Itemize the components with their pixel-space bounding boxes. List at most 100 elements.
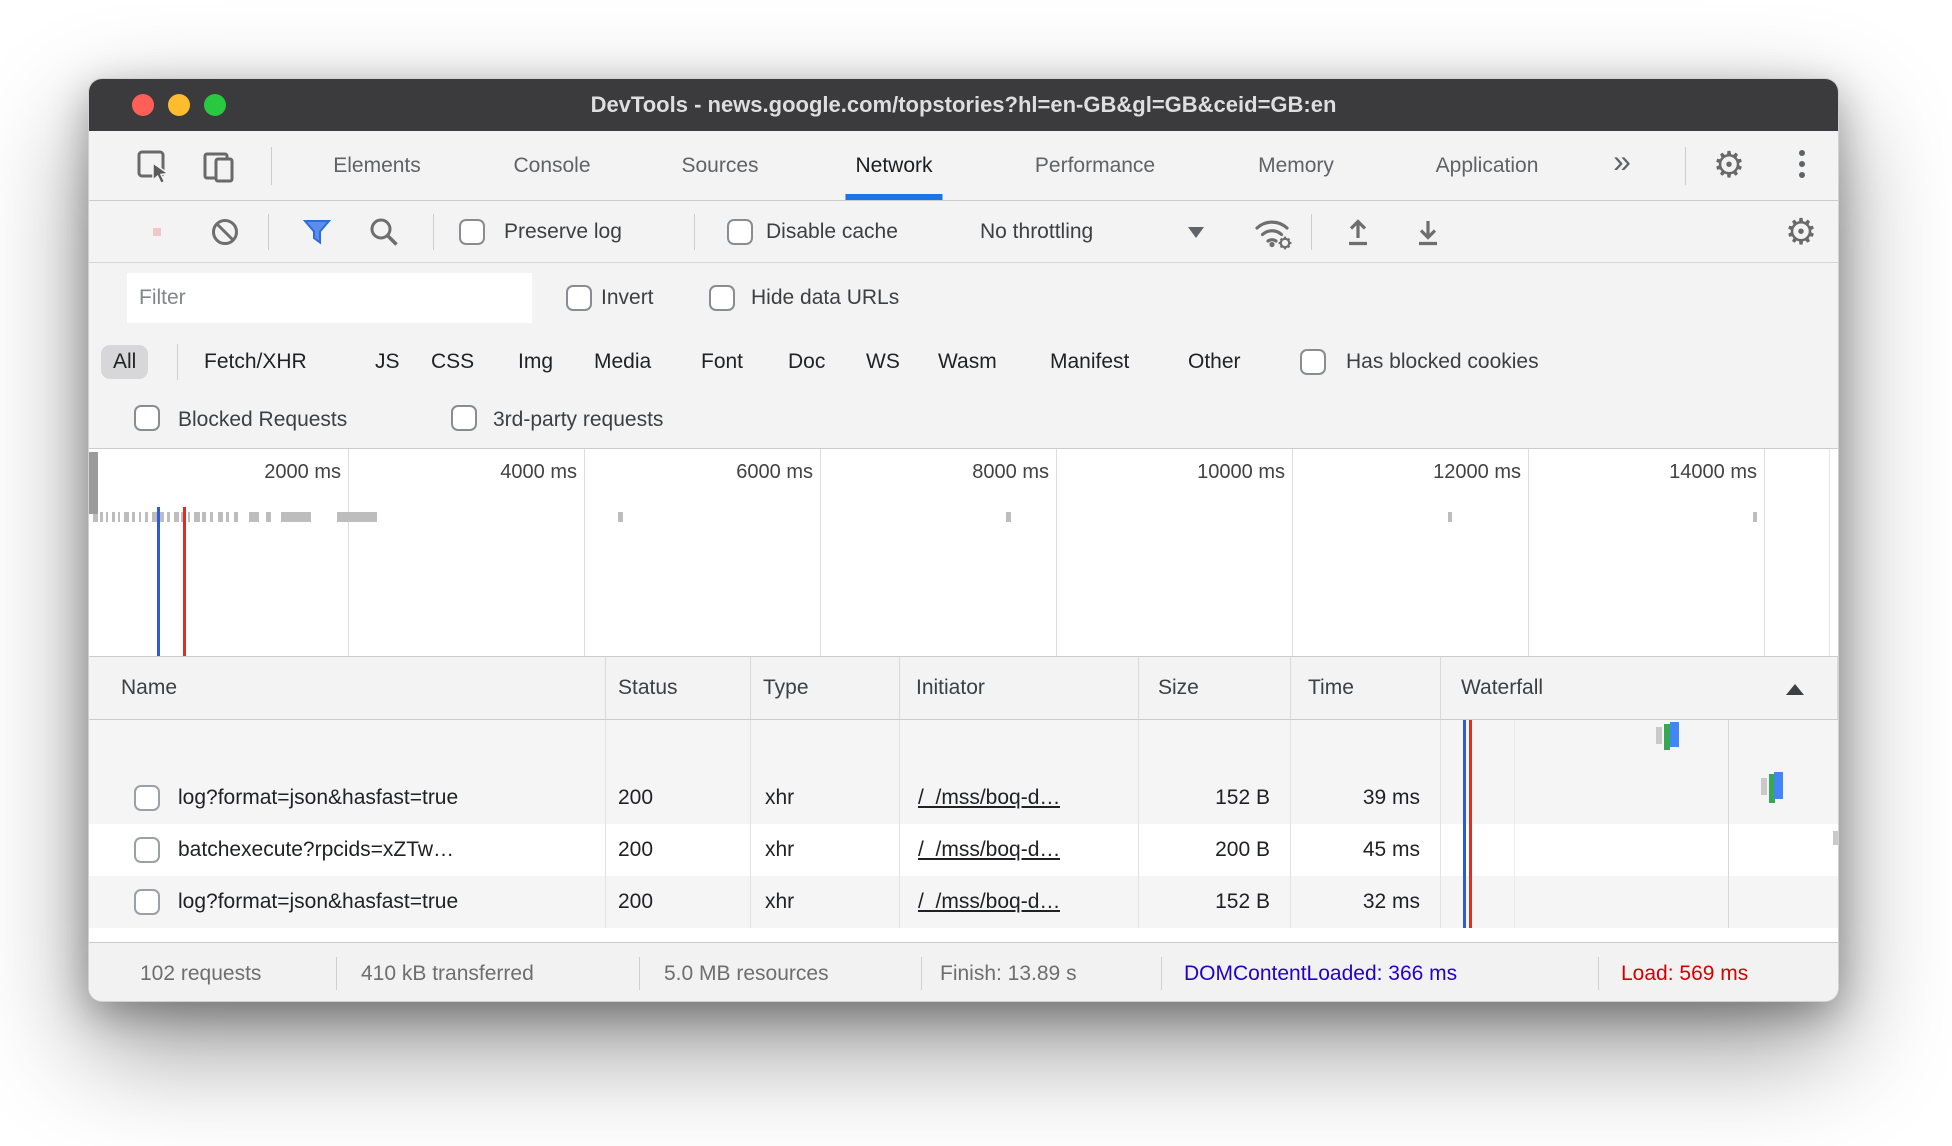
import-har-icon[interactable] (1343, 216, 1373, 248)
status-divider (336, 957, 337, 990)
initiator-link[interactable]: /_/mss/boq-d… (918, 838, 1060, 862)
tab-elements[interactable]: Elements (319, 131, 435, 200)
timeline-activity-mark (202, 512, 206, 522)
timeline-activity-mark (174, 512, 179, 522)
throttling-dropdown-arrow-icon[interactable] (1188, 227, 1204, 238)
customize-menu-icon[interactable] (1799, 150, 1805, 178)
pill-fetch-xhr[interactable]: Fetch/XHR (192, 345, 319, 379)
timeline-gridline (348, 449, 349, 656)
status-divider (639, 957, 640, 990)
toolbar-divider (433, 214, 434, 250)
tab-sources[interactable]: Sources (667, 131, 772, 200)
pill-media[interactable]: Media (582, 345, 663, 379)
tab-console[interactable]: Console (499, 131, 604, 200)
inspect-element-icon[interactable] (135, 148, 171, 184)
column-header-waterfall[interactable]: Waterfall (1441, 657, 1838, 719)
disable-cache-label: Disable cache (766, 219, 898, 243)
waterfall-download-bar[interactable] (1774, 772, 1783, 799)
tab-memory[interactable]: Memory (1244, 131, 1348, 200)
initiator-link[interactable]: /_/mss/boq-d… (918, 786, 1060, 810)
timeline-activity-mark (281, 512, 311, 522)
pill-js[interactable]: JS (363, 345, 412, 379)
column-header-type[interactable]: Type (751, 657, 900, 719)
timeline-scroll-handle[interactable] (89, 452, 98, 514)
device-toolbar-icon[interactable] (201, 147, 237, 183)
resource-type-filter-row: All Fetch/XHR JS CSS Img Media Font Doc … (89, 333, 1838, 391)
network-overview-timeline[interactable]: 2000 ms 4000 ms 6000 ms 8000 ms 10000 ms… (89, 448, 1838, 656)
table-row[interactable] (89, 720, 1838, 772)
pill-wasm[interactable]: Wasm (926, 345, 1009, 379)
request-name: batchexecute?rpcids=xZTw… (178, 838, 455, 861)
tab-application[interactable]: Application (1422, 131, 1553, 200)
initiator-link[interactable]: /_/mss/boq-d… (918, 890, 1060, 914)
hide-data-urls-checkbox[interactable] (709, 285, 735, 311)
timeline-activity-mark (106, 512, 108, 522)
filter-input[interactable] (127, 273, 532, 323)
timeline-gridline (1764, 449, 1765, 656)
dom-content-loaded-time: DOMContentLoaded: 366 ms (1184, 962, 1458, 985)
disable-cache-checkbox[interactable] (727, 219, 753, 245)
pill-img[interactable]: Img (506, 345, 565, 379)
throttling-select[interactable]: No throttling (980, 220, 1093, 244)
hide-data-urls-label: Hide data URLs (751, 286, 900, 309)
timeline-tick-label: 10000 ms (1197, 461, 1285, 483)
pill-doc[interactable]: Doc (776, 345, 837, 379)
pill-ws[interactable]: WS (854, 345, 912, 379)
load-event-marker-line (183, 507, 186, 656)
row-checkbox[interactable] (134, 889, 160, 915)
timeline-activity-mark (160, 512, 164, 522)
timeline-activity-mark (188, 512, 190, 522)
waterfall-download-bar[interactable] (1670, 722, 1679, 747)
pill-all[interactable]: All (101, 345, 149, 379)
load-time: Load: 569 ms (1621, 962, 1749, 985)
invert-checkbox[interactable] (566, 285, 592, 311)
row-checkbox[interactable] (134, 785, 160, 811)
table-row[interactable]: log?format=json&hasfast=true 200 xhr /_/… (89, 772, 1838, 824)
row-checkbox[interactable] (134, 837, 160, 863)
timeline-activity-mark (167, 512, 170, 522)
request-size: 152 B (1139, 876, 1291, 928)
clear-network-log-icon[interactable] (210, 217, 240, 247)
table-row[interactable]: log?format=json&hasfast=true 200 xhr /_/… (89, 876, 1838, 928)
column-header-status[interactable]: Status (606, 657, 751, 719)
third-party-requests-checkbox[interactable] (451, 405, 477, 431)
timeline-activity-mark (139, 512, 141, 522)
timeline-tick-label: 2000 ms (264, 461, 341, 483)
request-type: xhr (751, 876, 900, 928)
timeline-activity-mark (218, 512, 223, 522)
request-time: 39 ms (1291, 772, 1441, 824)
export-har-icon[interactable] (1413, 216, 1443, 248)
timeline-tick-label: 6000 ms (736, 461, 813, 483)
tab-network[interactable]: Network (841, 131, 946, 200)
pill-other[interactable]: Other (1176, 345, 1253, 379)
waterfall-queue-tick (1761, 778, 1767, 795)
toolbar-divider (271, 147, 272, 185)
pill-css[interactable]: CSS (419, 345, 486, 379)
more-tabs-chevron-icon[interactable]: » (1613, 145, 1631, 177)
pill-manifest[interactable]: Manifest (1038, 345, 1141, 379)
column-header-time[interactable]: Time (1291, 657, 1441, 719)
pill-font[interactable]: Font (689, 345, 755, 379)
has-blocked-cookies-checkbox[interactable] (1300, 349, 1326, 375)
blocked-requests-checkbox[interactable] (134, 405, 160, 431)
column-header-name[interactable]: Name (89, 657, 606, 719)
preserve-log-checkbox[interactable] (459, 219, 485, 245)
filter-funnel-icon[interactable] (302, 218, 332, 246)
table-row[interactable]: batchexecute?rpcids=xZTw… 200 xhr /_/mss… (89, 824, 1838, 876)
request-time: 32 ms (1291, 876, 1441, 928)
status-bar: 102 requests 410 kB transferred 5.0 MB r… (89, 942, 1838, 1001)
timeline-activity-mark (226, 512, 229, 522)
column-header-size[interactable]: Size (1139, 657, 1291, 719)
devtools-tab-bar: Elements Console Sources Network Perform… (89, 131, 1838, 201)
timeline-tick-label: 14000 ms (1669, 461, 1757, 483)
settings-gear-icon[interactable]: ⚙ (1713, 147, 1745, 183)
timeline-activity-mark (1448, 512, 1452, 522)
tab-performance[interactable]: Performance (1021, 131, 1169, 200)
search-icon[interactable] (368, 216, 400, 248)
network-settings-gear-icon[interactable]: ⚙ (1785, 213, 1817, 250)
column-header-initiator[interactable]: Initiator (900, 657, 1139, 719)
network-conditions-icon[interactable] (1251, 213, 1295, 251)
sort-ascending-icon[interactable] (1786, 684, 1804, 695)
request-name: log?format=json&hasfast=true (178, 890, 459, 913)
timeline-activity-mark (618, 512, 623, 522)
